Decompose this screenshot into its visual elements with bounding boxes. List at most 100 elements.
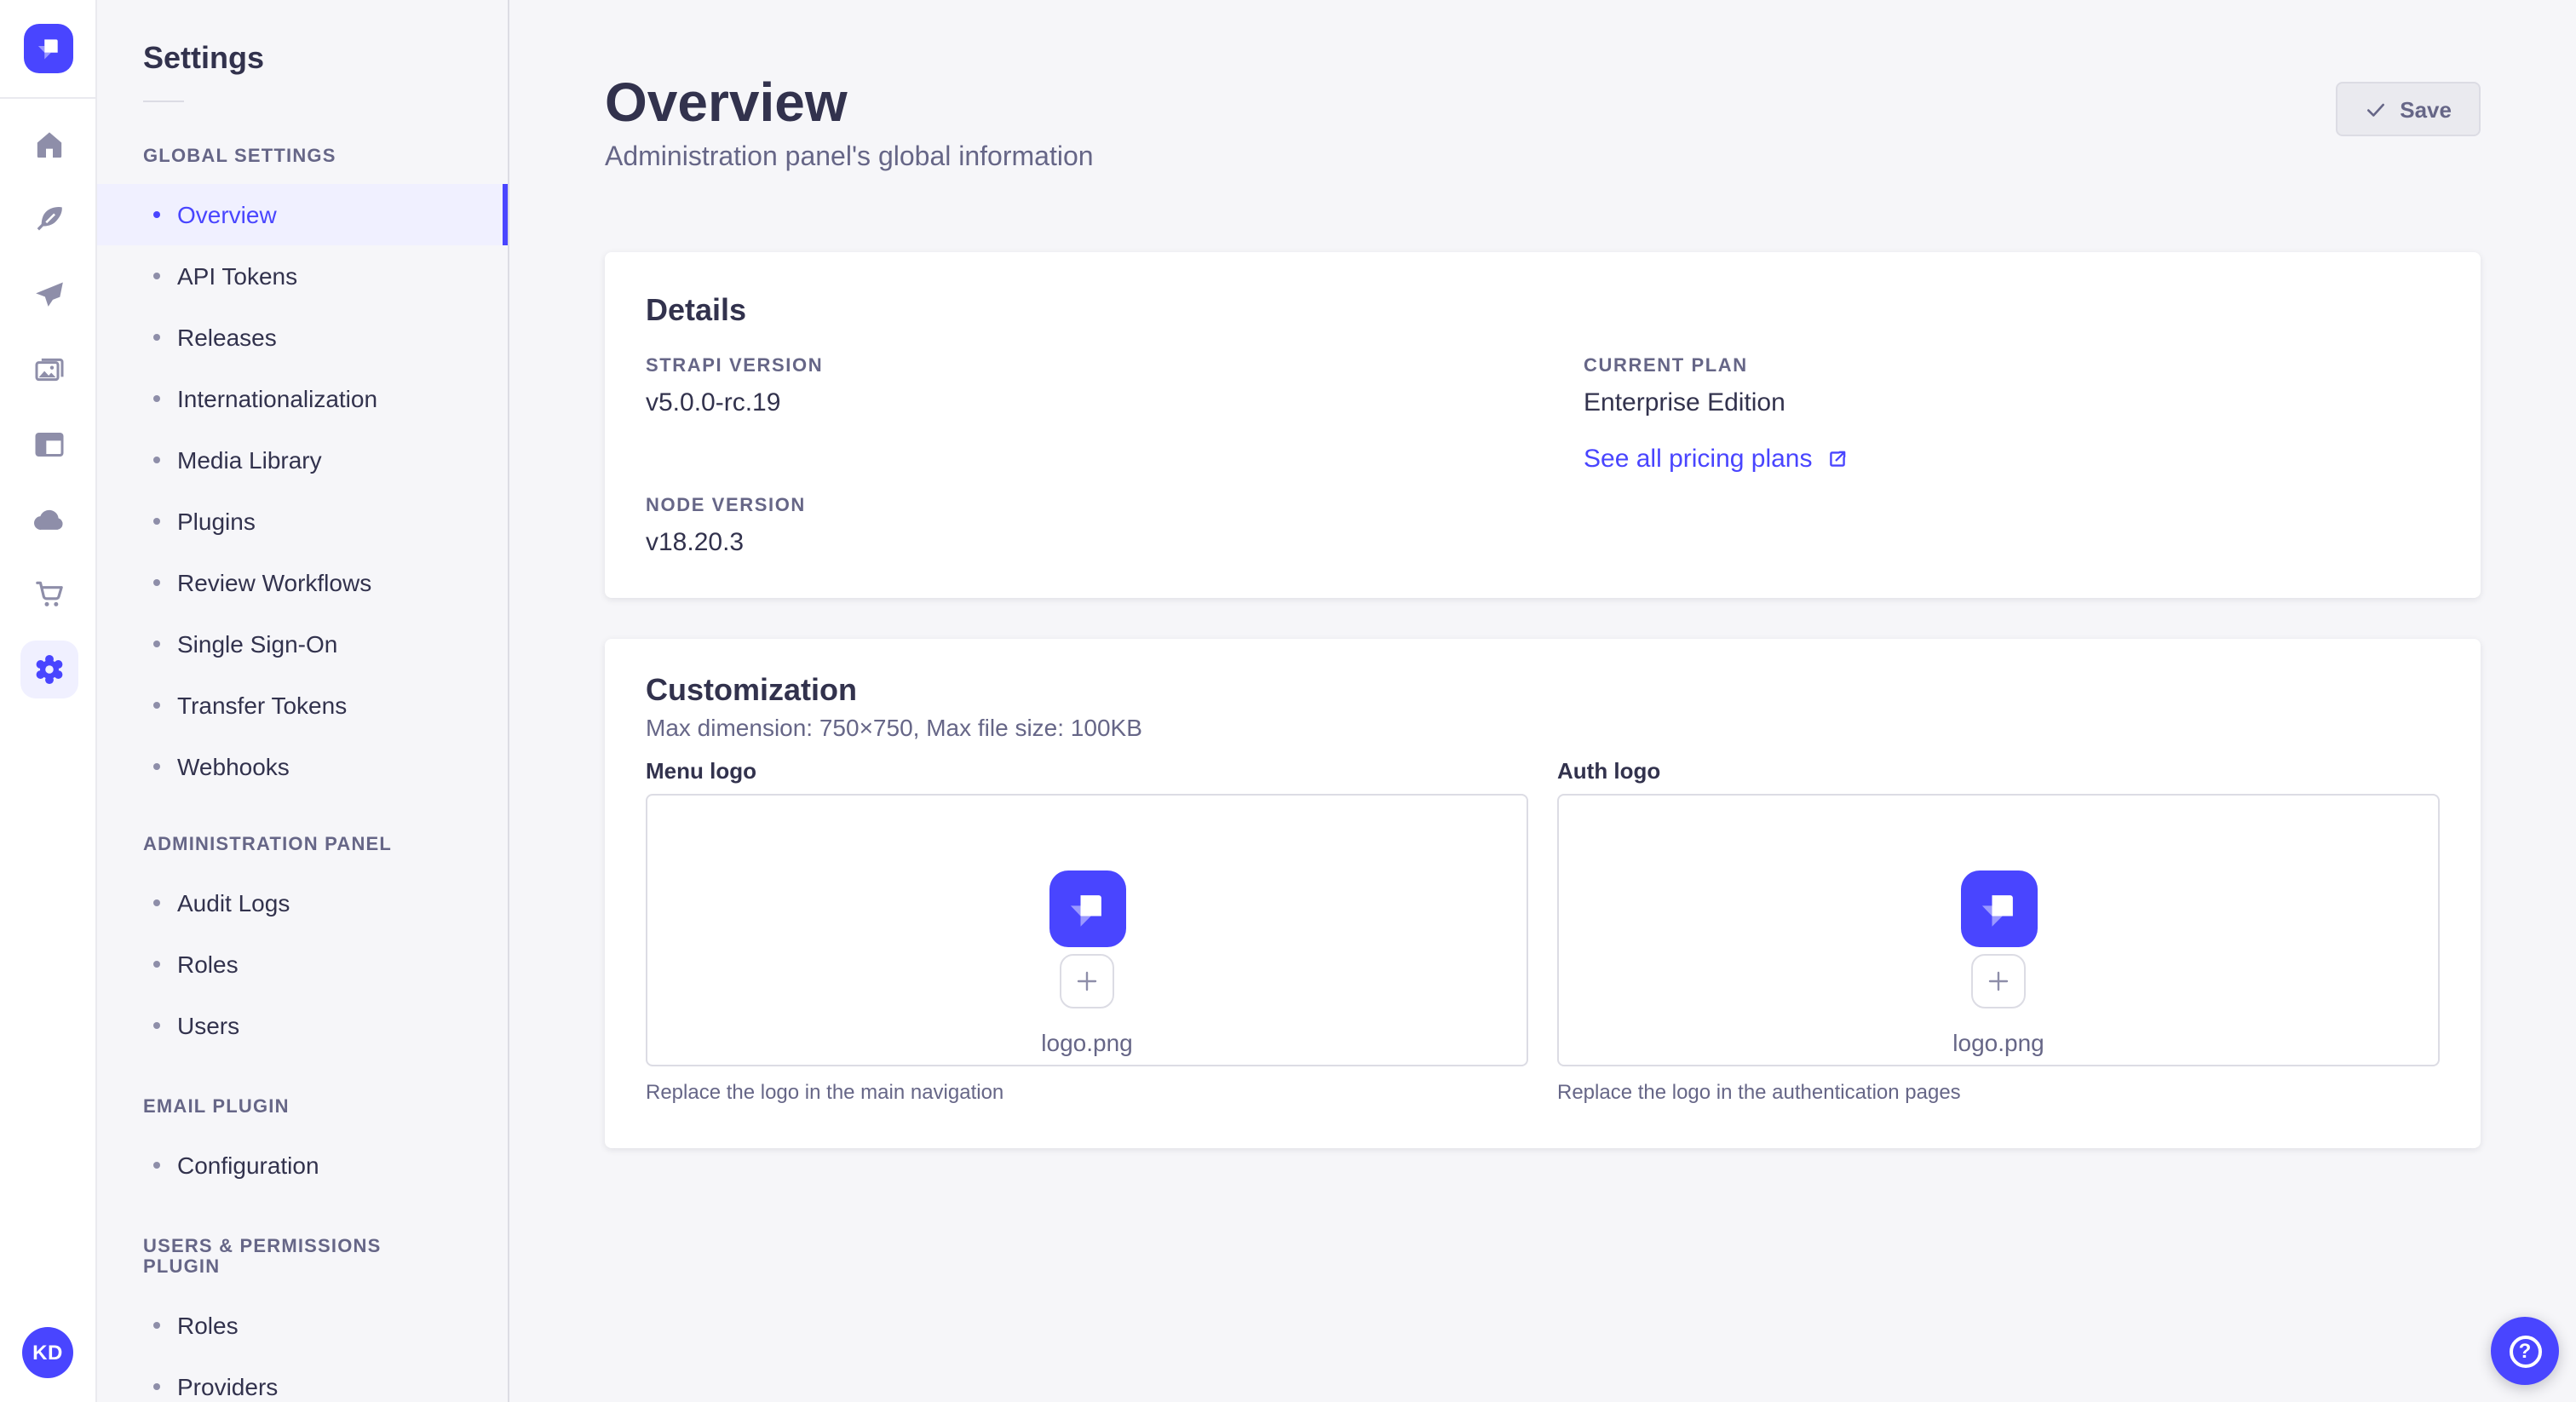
sidebar-item-releases[interactable]: Releases xyxy=(97,307,508,368)
bullet-icon xyxy=(153,518,160,525)
menu-logo-group: Menu logo logo.png Replace the logo in t… xyxy=(646,758,1528,1104)
main-content: Overview Administration panel's global i… xyxy=(509,0,2576,1402)
paper-plane-icon[interactable] xyxy=(0,257,97,332)
bullet-icon xyxy=(153,334,160,341)
bullet-icon xyxy=(153,1022,160,1029)
sidebar-item-review-workflows[interactable]: Review Workflows xyxy=(97,552,508,613)
details-card: Details STRAPI VERSION v5.0.0-rc.19 NODE… xyxy=(605,252,2481,598)
menu-logo-dropzone[interactable]: logo.png xyxy=(646,794,1528,1066)
gear-icon[interactable] xyxy=(0,632,97,707)
email-plugin-menu: Configuration xyxy=(97,1135,508,1196)
layout-icon[interactable] xyxy=(0,407,97,482)
check-icon xyxy=(2366,102,2384,116)
app-window: KD Settings GLOBAL SETTINGS Overview API… xyxy=(0,0,2576,1402)
bullet-icon xyxy=(153,702,160,709)
sidebar-item-label: Transfer Tokens xyxy=(177,692,348,719)
rail-divider xyxy=(0,97,95,99)
menu-logo-add-button[interactable] xyxy=(1060,954,1114,1008)
page-subtitle: Administration panel's global informatio… xyxy=(605,143,1094,172)
bullet-icon xyxy=(153,457,160,463)
strapi-logo[interactable] xyxy=(24,24,73,73)
strapi-version-label: STRAPI VERSION xyxy=(646,356,824,376)
bullet-icon xyxy=(153,579,160,586)
sidebar-item-label: Webhooks xyxy=(177,753,290,780)
sidebar-item-internationalization[interactable]: Internationalization xyxy=(97,368,508,429)
sidebar-item-admin-roles[interactable]: Roles xyxy=(97,934,508,995)
sidebar-item-label: Media Library xyxy=(177,446,322,474)
sidebar-item-plugins[interactable]: Plugins xyxy=(97,491,508,552)
home-icon[interactable] xyxy=(0,107,97,182)
sidebar-item-media-library[interactable]: Media Library xyxy=(97,429,508,491)
sidebar-item-overview[interactable]: Overview xyxy=(97,184,508,245)
pricing-plans-link[interactable]: See all pricing plans xyxy=(1584,445,1849,474)
feather-icon[interactable] xyxy=(0,182,97,257)
menu-logo-caption: Replace the logo in the main navigation xyxy=(646,1080,1004,1104)
cloud-icon[interactable] xyxy=(0,482,97,557)
sidebar-item-audit-logs[interactable]: Audit Logs xyxy=(97,872,508,934)
bullet-icon xyxy=(153,763,160,770)
gear-active-tile xyxy=(20,641,78,698)
sidebar-item-label: Users xyxy=(177,1012,240,1039)
details-heading: Details xyxy=(646,293,747,327)
sidebar-item-label: Roles xyxy=(177,1312,239,1339)
external-link-icon xyxy=(1829,451,1845,467)
details-left-column: STRAPI VERSION v5.0.0-rc.19 NODE VERSION… xyxy=(646,356,1502,557)
auth-logo-group: Auth logo logo.png Replace the logo in t… xyxy=(1557,758,2440,1104)
details-right-column: CURRENT PLAN Enterprise Edition See all … xyxy=(1584,356,2440,557)
sidebar-item-label: Plugins xyxy=(177,508,256,535)
current-plan-value: Enterprise Edition xyxy=(1584,388,1785,417)
title-divider xyxy=(143,101,184,102)
strapi-version-field: STRAPI VERSION v5.0.0-rc.19 xyxy=(646,356,1502,417)
strapi-version-value: v5.0.0-rc.19 xyxy=(646,388,781,417)
save-button[interactable]: Save xyxy=(2335,82,2481,136)
sidebar-item-up-providers[interactable]: Providers xyxy=(97,1356,508,1402)
menu-logo-preview xyxy=(1049,871,1125,947)
sidebar-item-label: Internationalization xyxy=(177,385,378,412)
auth-logo-dropzone[interactable]: logo.png xyxy=(1557,794,2440,1066)
sidebar-item-label: Releases xyxy=(177,324,277,351)
sidebar-item-label: Review Workflows xyxy=(177,569,372,596)
sidebar-item-up-roles[interactable]: Roles xyxy=(97,1295,508,1356)
section-email-plugin: EMAIL PLUGIN xyxy=(143,1097,290,1118)
section-users-permissions-plugin: USERS & PERMISSIONS PLUGIN xyxy=(143,1237,382,1278)
node-version-value: v18.20.3 xyxy=(646,528,745,557)
bullet-icon xyxy=(153,395,160,402)
section-global-settings: GLOBAL SETTINGS xyxy=(143,147,336,167)
section-administration-panel: ADMINISTRATION PANEL xyxy=(143,835,393,855)
icon-rail: KD xyxy=(0,0,97,1402)
strapi-logo-glyph xyxy=(1981,894,2013,926)
customization-constraints: Max dimension: 750×750, Max file size: 1… xyxy=(646,714,1142,741)
sidebar-item-label: Roles xyxy=(177,951,239,978)
user-avatar[interactable]: KD xyxy=(22,1327,73,1378)
images-icon[interactable] xyxy=(0,332,97,407)
plus-icon xyxy=(1988,971,2009,991)
node-version-label: NODE VERSION xyxy=(646,496,806,516)
auth-logo-caption: Replace the logo in the authentication p… xyxy=(1557,1080,1961,1104)
administration-panel-menu: Audit Logs Roles Users xyxy=(97,872,508,1056)
sidebar-item-transfer-tokens[interactable]: Transfer Tokens xyxy=(97,675,508,736)
help-button[interactable]: ? xyxy=(2491,1317,2559,1385)
sidebar-item-single-sign-on[interactable]: Single Sign-On xyxy=(97,613,508,675)
menu-logo-label: Menu logo xyxy=(646,758,756,784)
users-permissions-menu: Roles Providers xyxy=(97,1295,508,1402)
customization-card: Customization Max dimension: 750×750, Ma… xyxy=(605,639,2481,1148)
auth-logo-filename: logo.png xyxy=(1952,1029,2044,1056)
sidebar-item-email-configuration[interactable]: Configuration xyxy=(97,1135,508,1196)
sidebar-item-label: API Tokens xyxy=(177,262,298,290)
cart-icon[interactable] xyxy=(0,557,97,632)
sidebar-item-admin-users[interactable]: Users xyxy=(97,995,508,1056)
sidebar-item-webhooks[interactable]: Webhooks xyxy=(97,736,508,797)
auth-logo-add-button[interactable] xyxy=(1971,954,2026,1008)
current-plan-label: CURRENT PLAN xyxy=(1584,356,1748,376)
bullet-icon xyxy=(153,1322,160,1329)
sidebar-item-label: Single Sign-On xyxy=(177,630,338,658)
sidebar-item-api-tokens[interactable]: API Tokens xyxy=(97,245,508,307)
global-settings-menu: Overview API Tokens Releases Internation… xyxy=(97,184,508,797)
bullet-icon xyxy=(153,1162,160,1169)
bullet-icon xyxy=(153,1383,160,1390)
auth-logo-label: Auth logo xyxy=(1557,758,1661,784)
page-title: Overview xyxy=(605,72,848,133)
sidebar-item-label: Providers xyxy=(177,1373,279,1400)
bullet-icon xyxy=(153,641,160,647)
current-plan-field: CURRENT PLAN Enterprise Edition xyxy=(1584,356,2440,417)
